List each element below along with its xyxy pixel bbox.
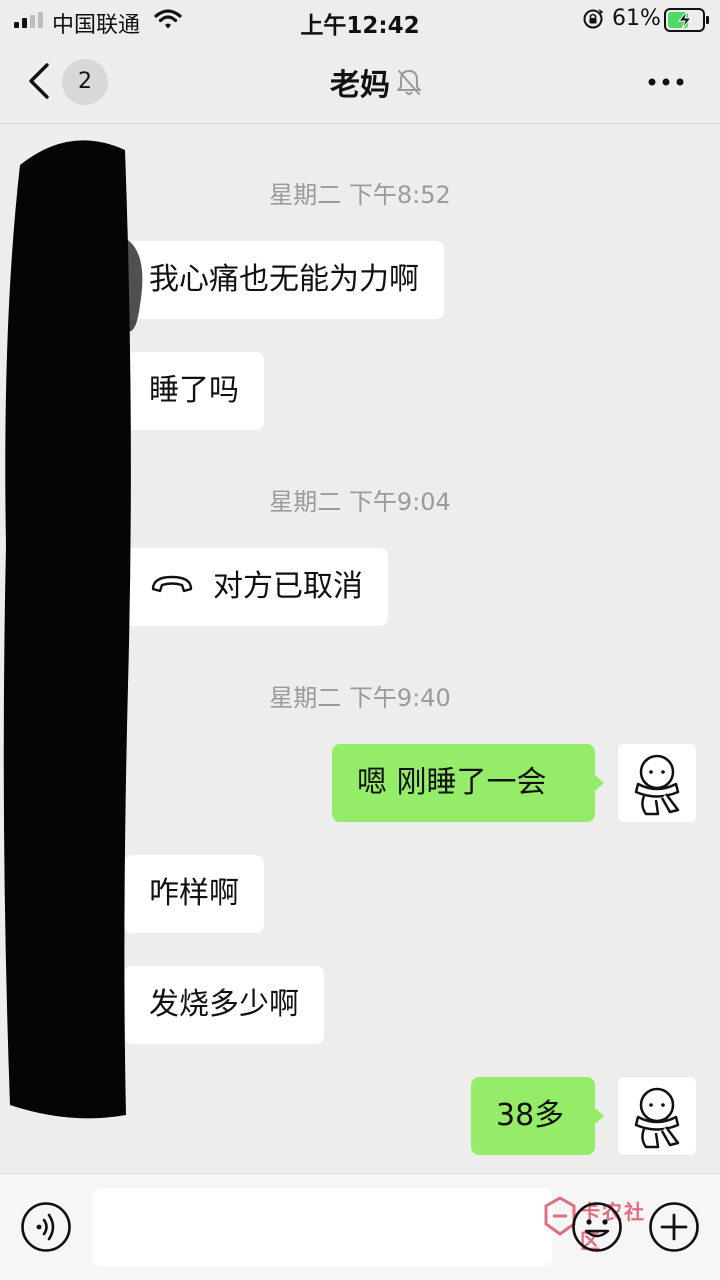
received-message-bubble[interactable]: 咋样啊 [115,855,264,933]
input-bar: 卡农社区 [0,1173,720,1280]
message-timestamp: 星期二 下午8:52 [269,181,451,209]
call-record-bubble[interactable]: 对方已取消 [115,548,388,626]
self-avatar[interactable] [618,1077,696,1155]
call-status-text: 对方已取消 [213,569,363,604]
received-message-bubble[interactable]: 我心痛也无能为力啊 [115,241,444,319]
received-message-bubble[interactable]: 睡了吗 [115,352,264,430]
message-list[interactable]: 星期二 下午8:52 我心痛也无能为力啊 睡了吗 星期二 下午9:04 对方已取… [0,125,720,1173]
ellipsis-icon[interactable] [636,62,696,102]
message-timestamp: 星期二 下午9:04 [269,488,451,516]
contact-avatar[interactable] [24,855,102,933]
bell-off-icon [397,70,421,95]
plus-icon[interactable] [648,1201,700,1253]
sent-message-bubble[interactable]: 38多 [471,1077,604,1155]
contact-avatar[interactable] [24,548,102,626]
sent-message-bubble[interactable]: 嗯 刚睡了一会 [332,744,604,822]
message-timestamp: 星期二 下午9:40 [269,684,451,712]
orientation-lock-icon [583,9,604,29]
cartoon-avatar-icon [634,1087,680,1149]
message-input[interactable] [92,1188,552,1266]
emoji-icon[interactable] [571,1201,623,1253]
contact-avatar[interactable] [24,241,102,319]
cartoon-avatar-icon [634,754,680,816]
chat-header: 2 老妈 [0,40,720,124]
phone-hangup-icon [151,575,193,592]
chat-title: 老妈 [330,68,390,103]
received-message-bubble[interactable]: 发烧多少啊 [115,966,324,1044]
contact-avatar[interactable] [24,352,102,430]
status-bar: 中国联通 上午12:42 61% [0,0,720,40]
battery-percent: 61% [612,6,661,31]
voice-icon[interactable] [20,1201,72,1253]
self-avatar[interactable] [618,744,696,822]
battery-charging-icon [664,8,709,32]
contact-avatar[interactable] [24,966,102,1044]
